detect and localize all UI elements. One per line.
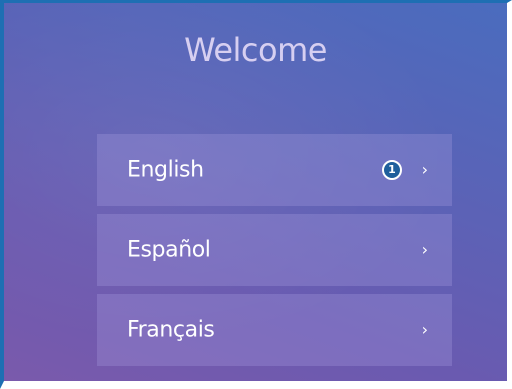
chevron-right-icon: › (421, 320, 428, 340)
language-label: English (127, 157, 204, 183)
chevron-right-icon: › (421, 160, 428, 180)
language-label: Français (127, 317, 215, 343)
language-option-english[interactable]: English 1 › (97, 134, 452, 206)
step-badge-icon: 1 (382, 160, 402, 180)
language-option-espanol[interactable]: Español › (97, 214, 452, 286)
page-title: Welcome (184, 31, 327, 69)
chevron-right-icon: › (421, 240, 428, 260)
language-list: English 1 › Español › Français › (97, 134, 452, 374)
language-label: Español (127, 237, 211, 263)
language-option-francais[interactable]: Français › (97, 294, 452, 366)
welcome-screen: Welcome English 1 › Español › Français › (4, 3, 507, 381)
window-frame: Welcome English 1 › Español › Français › (0, 0, 512, 389)
